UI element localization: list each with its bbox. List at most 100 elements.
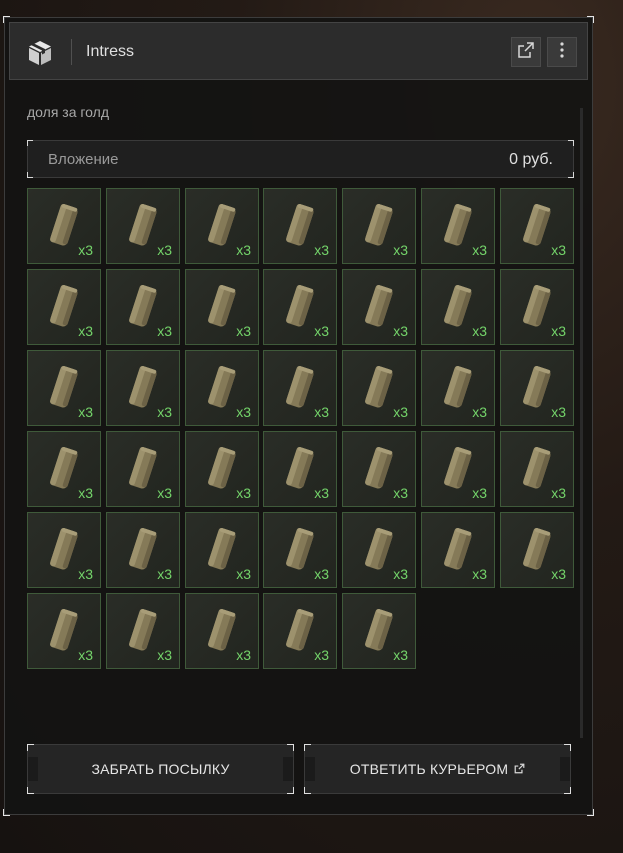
item-quantity: x3 bbox=[393, 647, 408, 663]
item-quantity: x3 bbox=[393, 323, 408, 339]
item-quantity: x3 bbox=[472, 404, 487, 420]
item-slot[interactable]: x3 bbox=[106, 512, 180, 588]
reply-courier-label: ОТВЕТИТЬ КУРЬЕРОМ bbox=[349, 761, 509, 777]
item-quantity: x3 bbox=[472, 242, 487, 258]
item-quantity: x3 bbox=[551, 404, 566, 420]
item-slot[interactable]: x3 bbox=[106, 350, 180, 426]
open-external-button[interactable] bbox=[511, 37, 541, 67]
item-slot[interactable]: x3 bbox=[263, 512, 337, 588]
corner-marker bbox=[587, 16, 594, 23]
item-slot[interactable]: x3 bbox=[421, 512, 495, 588]
item-slot[interactable]: x3 bbox=[342, 269, 416, 345]
item-slot[interactable]: x3 bbox=[27, 431, 101, 507]
item-quantity: x3 bbox=[157, 404, 172, 420]
item-quantity: x3 bbox=[551, 485, 566, 501]
item-quantity: x3 bbox=[472, 566, 487, 582]
item-slot[interactable]: x3 bbox=[27, 512, 101, 588]
item-slot[interactable]: x3 bbox=[263, 188, 337, 264]
item-slot[interactable]: x3 bbox=[342, 188, 416, 264]
item-quantity: x3 bbox=[314, 647, 329, 663]
item-quantity: x3 bbox=[236, 566, 251, 582]
item-quantity: x3 bbox=[157, 485, 172, 501]
item-slot[interactable]: x3 bbox=[185, 269, 259, 345]
item-quantity: x3 bbox=[236, 404, 251, 420]
item-quantity: x3 bbox=[393, 404, 408, 420]
item-quantity: x3 bbox=[393, 485, 408, 501]
reply-courier-button[interactable]: ОТВЕТИТЬ КУРЬЕРОМ bbox=[304, 744, 571, 794]
item-slot[interactable]: x3 bbox=[27, 593, 101, 669]
item-quantity: x3 bbox=[393, 566, 408, 582]
panel-header: Intress bbox=[9, 22, 588, 80]
item-slot[interactable]: x3 bbox=[106, 269, 180, 345]
item-slot[interactable]: x3 bbox=[500, 188, 574, 264]
item-slot[interactable]: x3 bbox=[500, 431, 574, 507]
open-external-icon bbox=[517, 41, 535, 64]
item-slot[interactable]: x3 bbox=[27, 269, 101, 345]
corner-marker bbox=[587, 809, 594, 816]
item-slot[interactable]: x3 bbox=[421, 431, 495, 507]
header-divider bbox=[71, 39, 72, 65]
item-slot[interactable]: x3 bbox=[263, 350, 337, 426]
item-slot[interactable]: x3 bbox=[185, 188, 259, 264]
item-slot[interactable]: x3 bbox=[185, 350, 259, 426]
item-quantity: x3 bbox=[78, 647, 93, 663]
item-slot[interactable]: x3 bbox=[342, 350, 416, 426]
item-quantity: x3 bbox=[157, 242, 172, 258]
mail-panel: Intress доля за голд Вложение 0 руб. x3 x… bbox=[3, 16, 594, 816]
item-quantity: x3 bbox=[393, 242, 408, 258]
message-text: доля за голд bbox=[27, 104, 109, 120]
item-quantity: x3 bbox=[78, 323, 93, 339]
take-parcel-label: ЗАБРАТЬ ПОСЫЛКУ bbox=[91, 761, 230, 777]
item-slot[interactable]: x3 bbox=[106, 431, 180, 507]
item-slot[interactable]: x3 bbox=[342, 431, 416, 507]
corner-marker bbox=[3, 809, 10, 816]
item-slot[interactable]: x3 bbox=[500, 512, 574, 588]
item-slot[interactable]: x3 bbox=[27, 350, 101, 426]
item-slot[interactable]: x3 bbox=[342, 512, 416, 588]
item-slot[interactable]: x3 bbox=[500, 269, 574, 345]
item-quantity: x3 bbox=[236, 485, 251, 501]
item-slot[interactable]: x3 bbox=[27, 188, 101, 264]
item-quantity: x3 bbox=[314, 242, 329, 258]
item-slot[interactable]: x3 bbox=[500, 350, 574, 426]
investment-bar: Вложение 0 руб. bbox=[27, 140, 574, 178]
item-quantity: x3 bbox=[551, 323, 566, 339]
item-quantity: x3 bbox=[236, 242, 251, 258]
investment-value: 0 руб. bbox=[509, 151, 553, 168]
more-options-button[interactable] bbox=[547, 37, 577, 67]
investment-label: Вложение bbox=[48, 151, 119, 168]
item-slot[interactable]: x3 bbox=[421, 350, 495, 426]
item-quantity: x3 bbox=[157, 323, 172, 339]
item-slot[interactable]: x3 bbox=[263, 593, 337, 669]
item-quantity: x3 bbox=[157, 647, 172, 663]
item-slot[interactable]: x3 bbox=[421, 269, 495, 345]
item-quantity: x3 bbox=[236, 647, 251, 663]
package-box-icon bbox=[26, 39, 54, 67]
scrollbar[interactable] bbox=[580, 108, 583, 738]
item-quantity: x3 bbox=[236, 323, 251, 339]
item-slot[interactable]: x3 bbox=[263, 431, 337, 507]
item-quantity: x3 bbox=[157, 566, 172, 582]
item-quantity: x3 bbox=[314, 485, 329, 501]
item-slot[interactable]: x3 bbox=[342, 593, 416, 669]
item-quantity: x3 bbox=[78, 485, 93, 501]
take-parcel-button[interactable]: ЗАБРАТЬ ПОСЫЛКУ bbox=[27, 744, 294, 794]
item-quantity: x3 bbox=[78, 404, 93, 420]
open-external-icon bbox=[514, 761, 525, 777]
item-quantity: x3 bbox=[551, 242, 566, 258]
more-vertical-icon bbox=[559, 41, 565, 64]
item-quantity: x3 bbox=[78, 242, 93, 258]
item-slot[interactable]: x3 bbox=[106, 593, 180, 669]
item-quantity: x3 bbox=[551, 566, 566, 582]
item-quantity: x3 bbox=[314, 404, 329, 420]
item-slot[interactable]: x3 bbox=[185, 593, 259, 669]
item-quantity: x3 bbox=[78, 566, 93, 582]
item-slot[interactable]: x3 bbox=[421, 188, 495, 264]
item-slot[interactable]: x3 bbox=[185, 512, 259, 588]
item-quantity: x3 bbox=[314, 323, 329, 339]
item-quantity: x3 bbox=[472, 323, 487, 339]
item-slot[interactable]: x3 bbox=[263, 269, 337, 345]
item-slot[interactable]: x3 bbox=[185, 431, 259, 507]
window-title: Intress bbox=[86, 43, 135, 60]
item-slot[interactable]: x3 bbox=[106, 188, 180, 264]
